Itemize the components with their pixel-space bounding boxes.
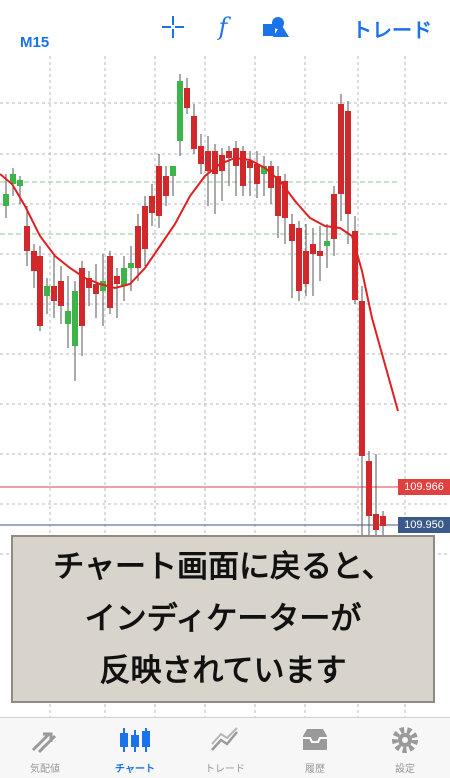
candle-bear xyxy=(219,148,225,201)
bottom-nav: 気配値 チャート トレード 履歴 設定 xyxy=(0,717,450,778)
function-icon[interactable]: f xyxy=(208,12,238,42)
candle-bull xyxy=(324,224,330,268)
nav-item-chart[interactable]: チャート xyxy=(90,718,180,778)
candle-bear xyxy=(58,266,64,324)
candle-bull xyxy=(72,281,78,381)
candle-bear xyxy=(184,78,190,114)
candle-bear xyxy=(163,166,169,206)
candle-bear xyxy=(51,256,57,318)
candle-bull xyxy=(177,74,183,156)
candle-bear xyxy=(114,268,120,318)
candle-bear xyxy=(331,186,337,256)
price-tag-current: 109.950 xyxy=(398,517,450,533)
candle-bear xyxy=(310,228,316,296)
nav-label-quotes: 気配値 xyxy=(30,764,60,775)
caption-line-1: チャート画面に戻ると、 xyxy=(53,549,393,585)
nav-item-history[interactable]: 履歴 xyxy=(270,718,360,778)
nav-label-history: 履歴 xyxy=(305,764,325,775)
settings-gear-icon xyxy=(387,724,423,756)
candle-bear xyxy=(135,214,141,281)
objects-icon[interactable] xyxy=(260,12,292,42)
candle-bear xyxy=(338,94,344,221)
candle-bear xyxy=(289,214,295,298)
candle-bear xyxy=(240,146,246,196)
candle-bear xyxy=(359,286,365,536)
nav-label-trade: トレード xyxy=(205,764,245,775)
candle-bear xyxy=(296,221,302,301)
history-icon xyxy=(297,724,333,756)
candle-bear xyxy=(345,101,351,244)
price-tag-upper: 109.966 xyxy=(398,479,450,495)
candle-bear xyxy=(198,134,204,174)
nav-item-quotes[interactable]: 気配値 xyxy=(0,718,90,778)
candle-bear xyxy=(303,224,309,296)
candle-bear xyxy=(268,161,274,204)
candle-bear xyxy=(233,141,239,196)
timeframe-label[interactable]: M15 xyxy=(20,34,49,51)
candle-bear xyxy=(191,104,197,154)
candlesticks xyxy=(3,74,386,546)
candle-bear xyxy=(107,251,113,314)
trade-icon xyxy=(207,724,243,756)
candle-bear xyxy=(31,244,37,288)
candle-bear xyxy=(86,271,92,306)
candle-bear xyxy=(366,451,372,536)
candle-bear xyxy=(373,454,379,546)
candle-bull xyxy=(170,166,176,196)
nav-item-settings[interactable]: 設定 xyxy=(360,718,450,778)
candle-bear xyxy=(156,154,162,228)
caption-line-2: インディケーターが xyxy=(84,601,362,637)
quotes-icon xyxy=(27,724,63,756)
caption-overlay: チャート画面に戻ると、 インディケーターが 反映されています xyxy=(11,535,435,703)
candle-bear xyxy=(93,264,99,318)
candle-bear xyxy=(149,184,155,226)
candlestick-icon xyxy=(117,724,153,756)
candle-bull xyxy=(261,156,267,196)
trade-button[interactable]: トレード xyxy=(352,14,432,43)
top-toolbar: f トレード M15 xyxy=(0,0,450,56)
nav-label-settings: 設定 xyxy=(395,764,415,775)
candle-bull xyxy=(121,256,127,301)
candle-bear xyxy=(352,216,358,304)
candle-bear xyxy=(226,146,232,186)
candle-bull xyxy=(65,276,71,348)
nav-label-chart: チャート xyxy=(115,764,155,775)
caption-line-3: 反映されています xyxy=(99,653,347,689)
crosshair-icon[interactable] xyxy=(158,12,188,42)
candle-bull xyxy=(44,278,50,314)
nav-item-trade[interactable]: トレード xyxy=(180,718,270,778)
candle-bear xyxy=(37,246,43,331)
candle-bear xyxy=(142,196,148,266)
candle-bear xyxy=(247,151,253,196)
